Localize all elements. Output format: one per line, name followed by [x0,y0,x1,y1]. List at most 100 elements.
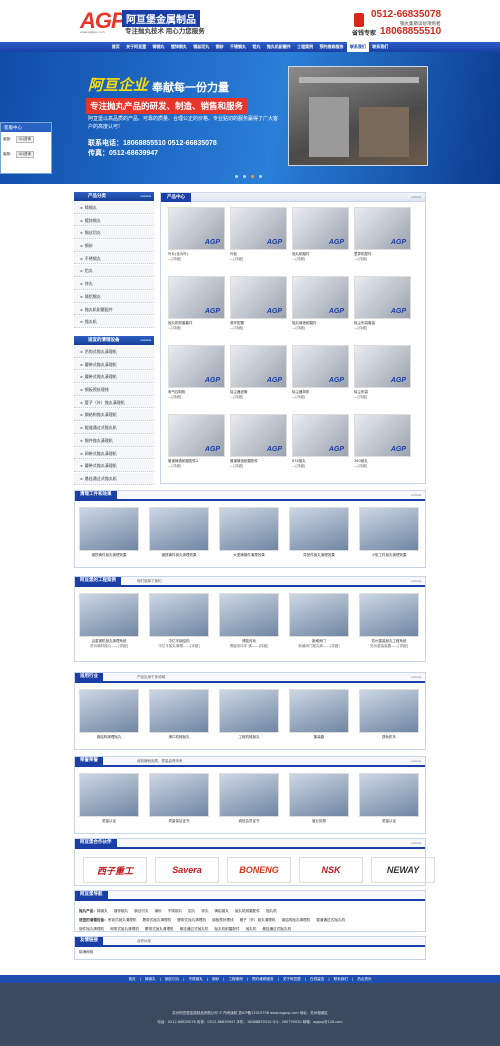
product-item[interactable]: 电气控制柜—[详细] [168,345,230,414]
industry-image[interactable] [149,689,209,733]
product-image[interactable] [354,345,411,388]
nav-link[interactable]: 镀锌钢丸 [114,909,128,913]
sidebar-item[interactable]: 辊道通过式抛丸机 [74,422,154,434]
effect-item[interactable]: 钢铁铸件抛丸清理效果 [79,507,139,558]
detail-link[interactable]: —[详细] [292,464,354,469]
slide-dot[interactable] [235,175,238,178]
footer-nav-link[interactable]: 预约维修服务 [252,977,274,981]
hero-banner[interactable]: 阿亘企业 奉献每一份力量 专注抛丸产品的研发、制造、销售和服务 阿亘堡以高品质的… [0,52,500,184]
industry-item[interactable]: 工程机械抛丸 [219,689,279,740]
effect-image[interactable] [289,507,349,551]
sidebar-item[interactable]: 镀锌钢丸 [74,214,154,227]
footer-nav-link[interactable]: 关于阿亘堡 [283,977,301,981]
cases-item[interactable]: 新威阀门 新威阀门抛丸清——[详细] [289,593,349,649]
sidebar-item[interactable]: 管子（外）抛丸清理机 [74,396,154,409]
effect-image[interactable] [79,507,139,551]
nav-link[interactable]: 钢结构抛丸清理机 [282,918,311,922]
nav-link[interactable]: 履带式抛丸清理机 [145,927,174,931]
partner-logo[interactable]: 西子重工 [83,857,147,883]
nav-item[interactable]: 铝丸 [249,42,263,52]
product-image[interactable] [292,207,349,250]
nav-link[interactable]: 钢板预处理线 [212,918,234,922]
detail-link[interactable]: —[详细] [292,326,354,331]
footer-nav-link[interactable]: 不锈钢丸 [188,977,202,981]
product-item[interactable]: 除尘器风机—[详细] [292,345,354,414]
industry-image[interactable] [359,689,419,733]
product-item[interactable]: 叶轮—[详细] [230,207,292,276]
nav-link[interactable]: 不锈钢丸 [168,909,182,913]
cases-image[interactable] [219,593,279,637]
footer-nav-link[interactable]: 联系我们 [334,977,348,981]
cases-item[interactable]: 冶重钢机抛丸清理系统 苏州钢材抛丸——[详细] [79,593,139,649]
industry-image[interactable] [219,689,279,733]
industry-item[interactable]: 港口机械抛丸 [149,689,209,740]
sidebar-item[interactable]: 不锈钢丸 [74,252,154,265]
product-image[interactable] [230,276,287,319]
detail-link[interactable]: —[详细] [168,395,230,400]
more-link[interactable]: +more [411,195,421,199]
effect-image[interactable] [219,507,279,551]
product-item[interactable]: 滚环配置—[详细] [230,276,292,345]
detail-link[interactable]: —[详细] [168,257,230,262]
product-image[interactable] [168,276,225,319]
footer-nav-link[interactable]: 工程案例 [228,977,242,981]
nav-item-active[interactable]: 联系我们 [346,42,370,52]
nav-link[interactable]: 抛丸机耐磨配件 [235,909,260,913]
product-image[interactable] [292,414,349,457]
product-item[interactable]: 叶片(全为叶)—[详细] [168,207,230,276]
product-image[interactable] [168,414,225,457]
cases-item[interactable]: 中亿丰钢结构 中亿丰抛丸清理——[详细] [149,593,209,649]
nav-link[interactable]: 抛丸机 [246,927,257,931]
sidebar-item[interactable]: 履带式抛丸清理机 [74,460,154,472]
sidebar-item[interactable]: 抛丸机 [74,316,154,328]
detail-link[interactable]: —[详细] [168,464,230,469]
industry-item[interactable]: 钢结构清理抛丸 [79,689,139,740]
honor-image[interactable] [289,773,349,817]
sidebar-item[interactable]: 铝丸 [74,265,154,278]
cases-item[interactable]: 苏州重装抛丸工程系统 苏州重装装置——[详细] [359,593,419,649]
honor-image[interactable] [219,773,279,817]
product-image[interactable] [354,276,411,319]
sidebar-item[interactable]: 吊钩式抛丸清理机 [74,346,154,358]
sidebar-item[interactable]: 钢丝切丸 [74,227,154,240]
detail-link[interactable]: —[详细] [354,257,416,262]
nav-item[interactable]: 预约维修服务 [316,42,346,52]
product-image[interactable] [354,207,411,250]
nav-item[interactable]: 关于阿亘堡 [123,42,149,52]
product-image[interactable] [292,345,349,388]
product-image[interactable] [292,276,349,319]
nav-item[interactable]: 联系我们 [369,42,391,52]
more-link[interactable]: +more [411,675,421,679]
qq-button[interactable]: QQ咨询 [15,151,35,158]
honor-item[interactable]: 质量认证 [359,773,419,824]
footer-nav-link[interactable]: 铸钢丸 [145,977,156,981]
cases-image[interactable] [289,593,349,637]
cases-detail[interactable]: 中亿丰抛丸清理——[详细] [149,644,209,649]
more-link[interactable]: +more [411,493,421,497]
product-item[interactable]: 抛丸铸造耐磨件—[详细] [292,276,354,345]
nav-link[interactable]: 悬挂通过式抛丸机 [180,927,209,931]
detail-link[interactable]: —[详细] [230,257,292,262]
sidebar-item[interactable]: 履带式抛丸清理机 [74,371,154,384]
product-image[interactable] [168,207,225,250]
industry-item[interactable]: 铁轨机车 [359,689,419,740]
product-image[interactable] [168,345,225,388]
effect-item[interactable]: 异型件抛丸清理效果 [289,507,349,558]
nav-item[interactable]: 镀锌钢丸 [168,42,190,52]
detail-link[interactable]: —[详细] [168,326,230,331]
detail-link[interactable]: —[详细] [292,257,354,262]
detail-link[interactable]: —[详细] [230,326,292,331]
nav-link[interactable]: 悬挂通过式抛丸机 [262,927,291,931]
effect-item[interactable]: 大型铸钢件清理效果 [219,507,279,558]
footer-nav-link[interactable]: 热点资讯 [357,977,371,981]
product-item[interactable]: 除尘器滤筒—[详细] [230,345,292,414]
slide-dot[interactable] [243,175,246,178]
partner-logo[interactable]: BONENG [227,857,291,883]
honor-item[interactable]: 诚信会员证书 [219,773,279,824]
industry-image[interactable] [79,689,139,733]
detail-link[interactable]: —[详细] [292,395,354,400]
nav-item[interactable]: 抛丸机耐磨件 [264,42,294,52]
honor-image[interactable] [79,773,139,817]
nav-item[interactable]: 首页 [109,42,123,52]
detail-link[interactable]: —[详细] [354,464,416,469]
